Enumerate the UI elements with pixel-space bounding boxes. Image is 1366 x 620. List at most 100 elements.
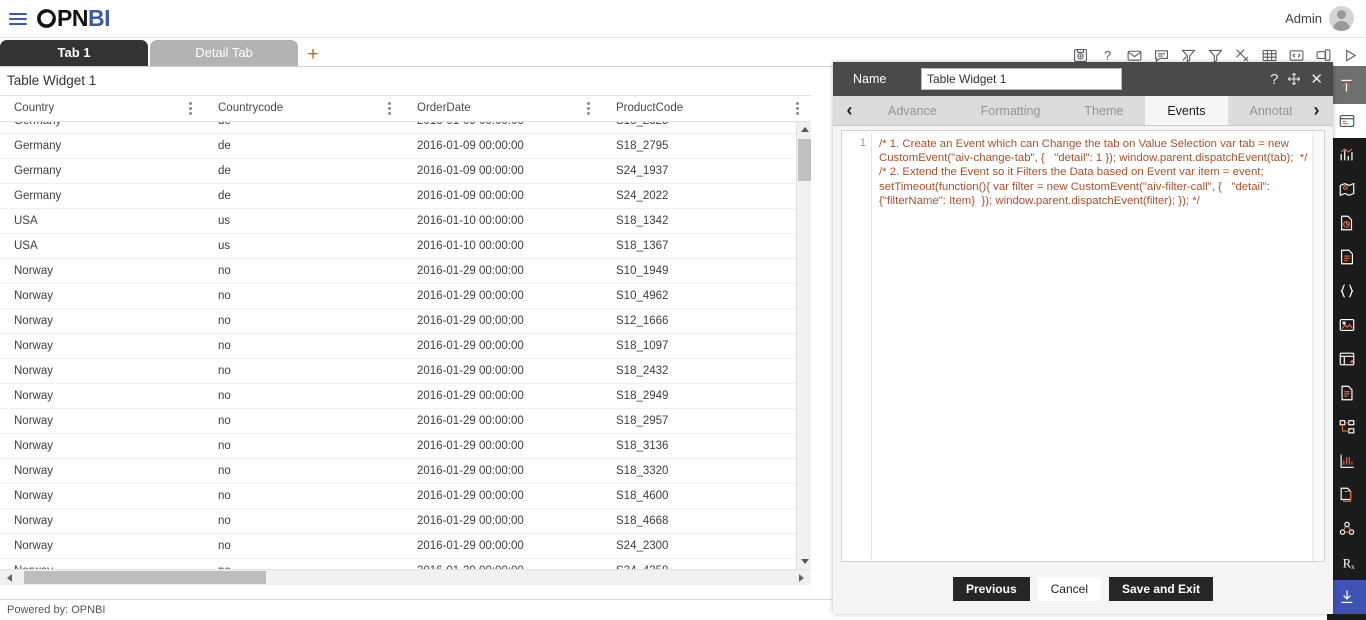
table-cell: Norway xyxy=(0,559,204,570)
tabs-prev-arrow[interactable]: ‹ xyxy=(833,96,866,125)
table-row[interactable]: Germany de 2016-01-09 00:00:00 S24_1937 xyxy=(0,159,811,184)
name-label: Name xyxy=(853,72,887,86)
table-cell: 2016-01-29 00:00:00 xyxy=(417,464,524,477)
table-row[interactable]: Norway no 2016-01-29 00:00:00 S18_2957 xyxy=(0,409,811,434)
table-row[interactable]: Norway no 2016-01-29 00:00:00 S18_1097 xyxy=(0,334,811,359)
table-cell: us xyxy=(218,239,231,252)
tab-theme[interactable]: Theme xyxy=(1062,96,1145,125)
table-cell: no xyxy=(218,464,231,477)
table-row[interactable]: Norway no 2016-01-29 00:00:00 S18_4600 xyxy=(0,484,811,509)
table-row[interactable]: Germanyde2016-01-09 00:00:00S18_2325 xyxy=(0,122,811,134)
table-cell: S18_2325 xyxy=(602,122,811,134)
table-row[interactable]: Norway no 2016-01-29 00:00:00 S10_4962 xyxy=(0,284,811,309)
logo-text-bi: BI xyxy=(87,5,111,31)
events-code-editor[interactable]: 1 /* 1. Create an Event which can Change… xyxy=(841,130,1325,562)
table-cell: S24_2022 xyxy=(616,189,669,202)
scroll-left-icon[interactable] xyxy=(2,570,17,585)
table-cell: de xyxy=(218,189,231,202)
panel-action-buttons: Previous Cancel Save and Exit xyxy=(833,572,1333,606)
table-cell: 2016-01-29 00:00:00 xyxy=(417,289,524,302)
column-header-countrycode[interactable]: Countrycode xyxy=(204,95,403,122)
table-cell: S18_1342 xyxy=(616,214,669,227)
tab-advance[interactable]: Advance xyxy=(866,96,959,125)
scroll-down-icon[interactable] xyxy=(797,554,812,569)
footer-text: Powered by: OPNBI xyxy=(7,604,106,616)
table-row[interactable]: Norway no 2016-01-29 00:00:00 S18_3136 xyxy=(0,434,811,459)
vertical-scroll-thumb[interactable] xyxy=(798,139,811,181)
table-horizontal-scrollbar[interactable] xyxy=(0,569,811,585)
table-row[interactable]: Norway no 2016-01-29 00:00:00 S18_2432 xyxy=(0,359,811,384)
table-header-row: Country Countrycode OrderDate ProductCode xyxy=(0,95,811,122)
table-row[interactable]: Norway no 2016-01-29 00:00:00 S18_4668 xyxy=(0,509,811,534)
table-body: Germanyde2016-01-09 00:00:00S18_2325Germ… xyxy=(0,122,811,569)
table-row[interactable]: Norway no 2016-01-29 00:00:00 S10_1949 xyxy=(0,259,811,284)
table-cell: no xyxy=(204,559,403,570)
editor-scrollbar[interactable] xyxy=(1312,131,1324,561)
save-and-exit-button[interactable]: Save and Exit xyxy=(1109,577,1214,601)
tab-annotation[interactable]: Annotation xyxy=(1228,96,1292,125)
table-cell: 2016-01-29 00:00:00 xyxy=(417,389,524,402)
table-cell: 2016-01-09 00:00:00 xyxy=(403,122,602,134)
tab-events[interactable]: Events xyxy=(1145,96,1228,125)
table-vertical-scrollbar[interactable] xyxy=(796,122,811,569)
column-menu-icon[interactable] xyxy=(796,102,799,115)
panel-header: Name ? ✕ xyxy=(833,62,1333,96)
column-menu-icon[interactable] xyxy=(587,102,590,115)
column-header-country[interactable]: Country xyxy=(0,95,204,122)
table-row[interactable]: Norway no 2016-01-29 00:00:00 S18_3320 xyxy=(0,459,811,484)
tab-formatting[interactable]: Formatting xyxy=(959,96,1063,125)
table-row[interactable]: Germany de 2016-01-09 00:00:00 S24_2022 xyxy=(0,184,811,209)
avatar[interactable] xyxy=(1329,6,1354,31)
menu-icon[interactable] xyxy=(9,12,29,25)
table-cell: 2016-01-10 00:00:00 xyxy=(417,214,524,227)
previous-button[interactable]: Previous xyxy=(952,577,1030,601)
table-cell: no xyxy=(218,414,231,427)
user-menu[interactable]: Admin xyxy=(1285,6,1354,31)
table-cell: S24_1937 xyxy=(616,164,669,177)
scroll-up-icon[interactable] xyxy=(797,122,812,137)
table-row[interactable]: Norway no 2016-01-29 00:00:00 S18_2949 xyxy=(0,384,811,409)
dashboard-tab-1[interactable]: Tab 1 xyxy=(0,40,148,66)
table-cell: Norway xyxy=(14,264,53,277)
table-cell: 2016-01-29 00:00:00 xyxy=(417,314,524,327)
application-root: PN BI Admin Tab 1 Detail Tab + ? Table W… xyxy=(0,0,1366,620)
table-cell: S18_2795 xyxy=(616,139,669,152)
table-cell: S18_3136 xyxy=(616,439,669,452)
dashboard-tab-detail[interactable]: Detail Tab xyxy=(150,40,298,66)
tabs-next-arrow[interactable]: › xyxy=(1300,96,1333,125)
widget-title: Table Widget 1 xyxy=(7,73,97,88)
column-header-label: Countrycode xyxy=(218,102,284,114)
column-header-orderdate[interactable]: OrderDate xyxy=(403,95,602,122)
editor-code-content[interactable]: /* 1. Create an Event which can Change t… xyxy=(872,133,1322,559)
code-editor-inner: 1 /* 1. Create an Event which can Change… xyxy=(844,133,1322,559)
table-cell: S18_4668 xyxy=(616,514,669,527)
table-cell: no xyxy=(218,439,231,452)
table-row[interactable]: Germany de 2016-01-09 00:00:00 S18_2795 xyxy=(0,134,811,159)
horizontal-scroll-thumb[interactable] xyxy=(24,571,266,584)
table-cell: no xyxy=(218,539,231,552)
close-icon[interactable]: ✕ xyxy=(1310,72,1323,87)
column-menu-icon[interactable] xyxy=(189,102,192,115)
table-cell: 2016-01-29 00:00:00 xyxy=(417,339,524,352)
table-cell: 2016-01-29 00:00:00 xyxy=(417,489,524,502)
widget-name-input[interactable] xyxy=(921,68,1122,90)
table-row[interactable]: USA us 2016-01-10 00:00:00 S18_1367 xyxy=(0,234,811,259)
table-cell: Norway xyxy=(14,464,53,477)
table-cell: no xyxy=(218,514,231,527)
help-icon[interactable]: ? xyxy=(1270,72,1278,87)
scroll-right-icon[interactable] xyxy=(794,570,809,585)
table-row[interactable]: Norway no 2016-01-29 00:00:00 S24_2300 xyxy=(0,534,811,559)
table-cell: de xyxy=(204,122,403,134)
play-icon[interactable] xyxy=(1342,47,1359,64)
table-row[interactable]: Norwayno2016-01-29 00:00:00S24_4258 xyxy=(0,559,811,570)
column-header-productcode[interactable]: ProductCode xyxy=(602,95,811,122)
app-logo: PN BI xyxy=(37,5,110,32)
move-icon[interactable] xyxy=(1287,72,1301,86)
table-row[interactable]: USA us 2016-01-10 00:00:00 S18_1342 xyxy=(0,209,811,234)
column-menu-icon[interactable] xyxy=(388,102,391,115)
table-cell: 2016-01-09 00:00:00 xyxy=(417,164,524,177)
cancel-button[interactable]: Cancel xyxy=(1037,577,1101,601)
add-tab-button[interactable]: + xyxy=(300,44,326,66)
table-cell: no xyxy=(218,314,231,327)
table-row[interactable]: Norway no 2016-01-29 00:00:00 S12_1666 xyxy=(0,309,811,334)
